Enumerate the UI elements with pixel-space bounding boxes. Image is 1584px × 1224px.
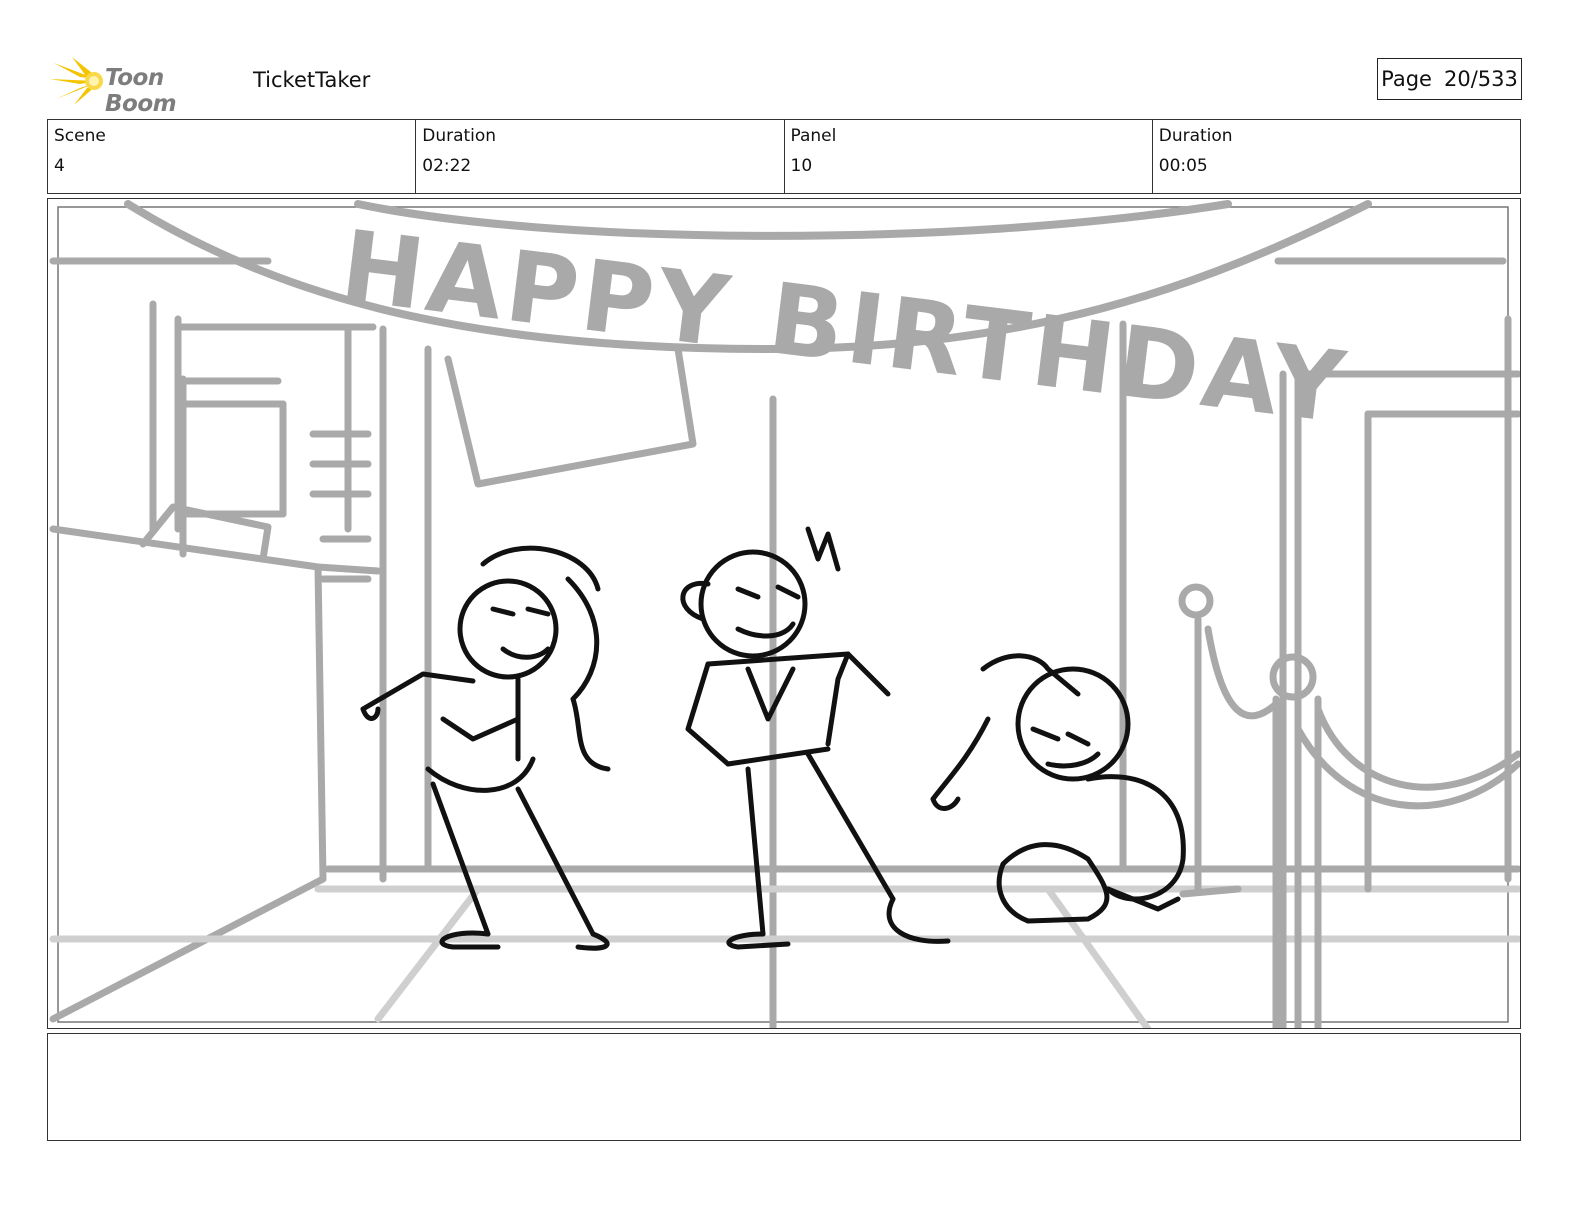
- character-boy: [680, 526, 951, 950]
- page-label: Page: [1381, 67, 1432, 91]
- scene-label: Scene: [54, 126, 106, 146]
- panel-value: 10: [790, 156, 813, 176]
- character-cap-kid: [930, 653, 1186, 924]
- sketch-drawing: HAPPY BIRTHDAY: [49, 200, 1520, 1028]
- panel-duration-value: 00:05: [1158, 156, 1208, 176]
- page-indicator: Page 20/533: [1377, 58, 1522, 100]
- toon-boom-logo: Toon Boom: [50, 57, 240, 117]
- sunburst-icon: [50, 57, 103, 105]
- storyboard-panel-image: HAPPY BIRTHDAY: [47, 198, 1521, 1029]
- page-number: 20/533: [1443, 67, 1518, 91]
- panel-label: Panel: [790, 126, 837, 146]
- panel-cell: Panel 10: [785, 120, 1153, 193]
- scene-duration-label: Duration: [422, 126, 497, 146]
- notes-area: [47, 1033, 1521, 1141]
- panel-info-table: Scene 4 Duration 02:22 Panel 10 Duration…: [47, 119, 1521, 194]
- panel-duration-cell: Duration 00:05: [1153, 120, 1520, 193]
- project-title: TicketTaker: [253, 68, 371, 92]
- brand-name: Toon Boom: [105, 65, 177, 117]
- scene-cell: Scene 4: [48, 120, 417, 193]
- storyboard-header: Toon Boom TicketTaker Page 20/533: [50, 55, 1540, 117]
- banner-text: HAPPY BIRTHDAY: [335, 210, 1354, 447]
- scene-value: 4: [54, 156, 65, 176]
- scene-duration-value: 02:22: [422, 156, 472, 176]
- panel-duration-label: Duration: [1158, 126, 1233, 146]
- scene-duration-cell: Duration 02:22: [416, 120, 785, 193]
